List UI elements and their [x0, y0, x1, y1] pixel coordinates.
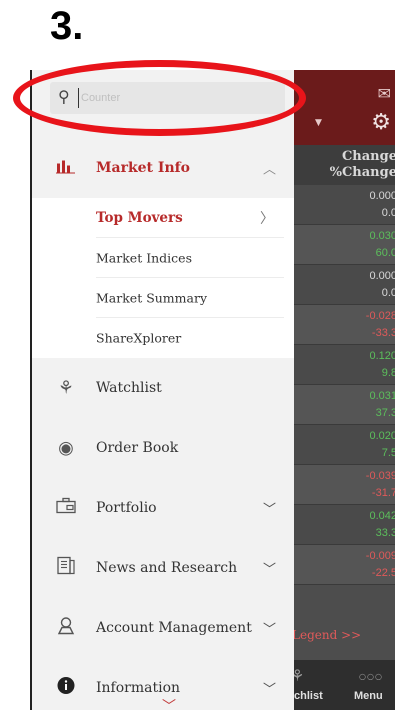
step-label: 3.	[50, 4, 84, 48]
market-info-submenu: Top Movers 〉 Market Indices Market Summa…	[32, 198, 294, 358]
submenu-item-market-indices[interactable]: Market Indices	[32, 238, 294, 278]
menu-item-market-info[interactable]: Market Info ︿	[32, 138, 294, 198]
bar-chart-icon	[54, 158, 78, 179]
chevron-down-icon: ﹀	[262, 682, 276, 698]
menu-label-account: Account Management	[96, 620, 252, 636]
gear-icon[interactable]: ⚙	[371, 110, 391, 135]
tab-watchlist[interactable]: chlist	[294, 690, 323, 702]
side-drawer: ⚲ Market Info ︿ Top Movers 〉 Market Indi…	[32, 70, 294, 710]
chevron-up-icon: ︿	[262, 162, 276, 178]
scroll-down-chevron-icon[interactable]: ﹀	[162, 696, 176, 710]
menu-label-news: News and Research	[96, 560, 238, 576]
submenu-item-market-summary[interactable]: Market Summary	[32, 278, 294, 318]
tree-icon: ⚘	[57, 377, 75, 399]
highlight-annotation-ring	[13, 60, 306, 136]
menu-item-portfolio[interactable]: Portfolio ﹀	[32, 478, 294, 538]
mail-icon[interactable]: ✉	[378, 84, 391, 103]
submenu-label: Market Indices	[96, 250, 192, 266]
dropdown-caret-icon: ▼	[315, 118, 322, 128]
chevron-down-icon: ﹀	[262, 622, 276, 638]
menu-label-portfolio: Portfolio	[96, 500, 157, 516]
menu-item-account-management[interactable]: Account Management ﹀	[32, 598, 294, 658]
menu-item-news-research[interactable]: News and Research ﹀	[32, 538, 294, 598]
user-icon	[54, 617, 78, 640]
chevron-down-icon: ﹀	[262, 502, 276, 518]
menu-label-information: Information	[96, 680, 181, 696]
legend-link[interactable]: Legend >>	[292, 628, 361, 642]
info-icon	[54, 677, 78, 700]
briefcase-icon	[54, 497, 78, 519]
chevron-down-icon: ﹀	[262, 562, 276, 578]
phone-screen: ✉ ▼ ⚙ Change %Change 0.0000.00.03060.00.…	[30, 70, 395, 710]
menu-label-market-info: Market Info	[96, 160, 190, 176]
tab-menu[interactable]: Menu	[354, 690, 383, 702]
more-dots-icon: ○○○	[359, 672, 383, 681]
menu-item-order-book[interactable]: ◉ Order Book	[32, 418, 294, 478]
chevron-right-icon: 〉	[260, 211, 274, 227]
menu-label-order-book: Order Book	[96, 440, 179, 456]
submenu-label: ShareXplorer	[96, 330, 182, 346]
submenu-item-top-movers[interactable]: Top Movers 〉	[32, 198, 294, 238]
submenu-item-sharexplorer[interactable]: ShareXplorer	[32, 318, 294, 358]
menu-item-watchlist[interactable]: ⚘ Watchlist	[32, 358, 294, 418]
news-icon	[54, 556, 78, 580]
submenu-label: Market Summary	[96, 290, 208, 306]
submenu-label: Top Movers	[96, 210, 183, 226]
menu-label-watchlist: Watchlist	[96, 380, 162, 396]
order-book-icon: ◉	[58, 437, 74, 459]
